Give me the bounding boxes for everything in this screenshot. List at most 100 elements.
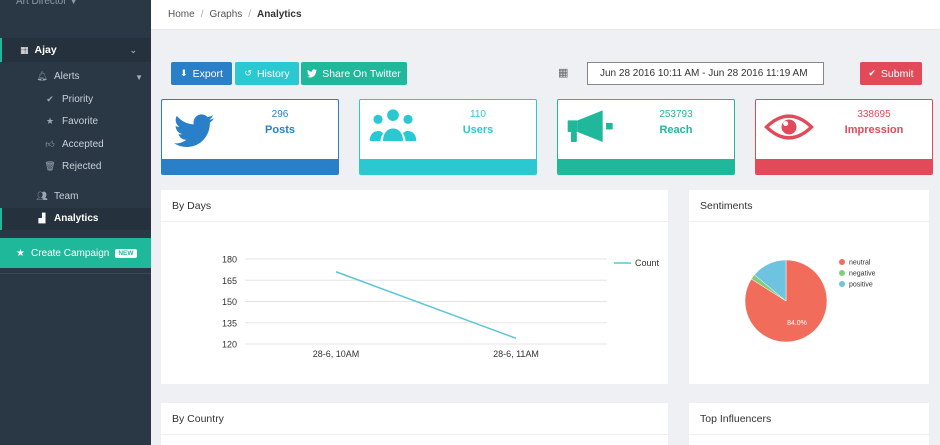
trash-icon: 🗑︎ [44,161,56,171]
stat-card-impression[interactable]: 338695 Impression [755,99,933,175]
stat-label: Users [462,124,494,136]
stat-label: Posts [265,124,295,136]
breadcrumb-home[interactable]: Home [168,9,195,20]
legend-label: negative [849,271,876,278]
sidebar-item-alerts[interactable]: 🔔︎ Alerts [36,71,80,82]
twitter-icon [307,69,318,78]
series-line [335,271,517,340]
export-label: Export [192,67,223,80]
legend-swatch [839,270,845,276]
users-icon: 👥︎ [36,191,48,201]
sidebar-item-team[interactable]: 👥︎ Team [36,191,78,202]
legend-swatch [839,281,845,287]
sidebar-item-analytics[interactable]: ▟ Analytics [36,213,99,224]
stat-value: 296 [271,109,289,120]
stat-value: 253793 [659,109,693,120]
sidebar-item-label: Alerts [54,71,80,82]
sidebar-item-label: Analytics [54,213,99,224]
new-badge: NEW [115,248,137,258]
stat-value: 110 [470,109,486,120]
users-icon [369,109,417,141]
bar-chart-icon: ▟ [38,213,46,223]
history-button[interactable]: ↺ History [235,62,299,85]
grid-icon: ▦ [20,44,29,55]
sidebar: Art Director ▼ ▦ Ajay ⌄ 🔔︎ Alerts ▼ ✔ Pri… [0,0,151,445]
stat-bar [360,159,536,174]
sidebar-item-favorite[interactable]: ★ Favorite [44,116,98,127]
x-tick-label: 28-6, 11AM [493,349,539,359]
stat-card-posts[interactable]: 296 Posts [161,99,339,175]
check-icon: ✔ [46,94,54,104]
create-campaign-label: Create Campaign [30,247,110,259]
stat-card-reach[interactable]: 253793 Reach [557,99,735,175]
x-tick-label: 28-6, 10AM [313,349,360,359]
thumbs-up-icon: 👍︎ [45,139,55,149]
stat-card-users[interactable]: 110 Users [359,99,537,175]
check-icon: ✔ [868,68,876,78]
submit-label: Submit [880,67,914,80]
stat-value: 338695 [857,109,891,120]
caret-down-icon[interactable]: ▼ [135,73,143,82]
panel-title: Top Influencers [700,413,772,425]
sidebar-item-priority[interactable]: ✔ Priority [44,94,93,105]
sidebar-user[interactable]: ▦ Ajay ⌄ [0,38,151,62]
y-tick-label: 165 [222,276,237,286]
calendar-icon: ▦ [558,67,569,79]
date-range-value: Jun 28 2016 10:11 AM - Jun 28 2016 11:19… [600,68,808,79]
main-content: Home / Graphs / Analytics ⬇ Export ↺ History S… [151,0,940,445]
pie-data-label: 84.0% [787,320,807,327]
by-country-panel: By Country [161,403,668,445]
breadcrumb-graphs[interactable]: Graphs [209,9,242,20]
stat-label: Impression [844,124,904,136]
sidebar-item-label: Accepted [62,139,104,150]
pie-chart: 84.0% neutral negative positive [744,259,876,343]
star-icon: ★ [45,116,55,126]
chevron-down-icon: ⌄ [129,44,137,55]
line-chart: 120 135 150 165 180 28-6, 10AM 28-6, 11AM Count [222,255,660,360]
breadcrumb-current: Analytics [257,9,302,20]
bell-icon: 🔔︎ [36,71,48,81]
breadcrumb: Home / Graphs / Analytics [168,9,302,20]
share-label: Share On Twitter [322,67,401,80]
download-icon: ⬇ [180,68,188,78]
sidebar-item-label: Rejected [62,161,102,172]
create-campaign-button[interactable]: ★ Create Campaign NEW [0,238,151,268]
sidebar-item-label: Team [54,191,79,202]
sidebar-item-rejected[interactable]: 🗑︎ Rejected [44,161,101,172]
y-tick-label: 135 [222,318,237,328]
panel-divider [161,434,668,435]
y-tick-label: 150 [222,297,237,307]
megaphone-icon [567,110,613,142]
stat-label: Reach [659,124,693,136]
sidebar-item-accepted[interactable]: 👍︎ Accepted [44,139,104,150]
role-selector[interactable]: Art Director ▼ [16,0,77,7]
caret-down-icon: ▼ [69,0,78,6]
y-tick-label: 120 [222,340,237,350]
export-button[interactable]: ⬇ Export [171,62,232,85]
stat-bar [756,159,932,174]
breadcrumb-separator: / [200,9,204,20]
role-label: Art Director [16,0,67,7]
breadcrumb-separator: / [248,9,252,20]
date-range-input[interactable]: Jun 28 2016 10:11 AM - Jun 28 2016 11:19… [587,62,824,85]
sidebar-divider [0,273,151,274]
topbar: Home / Graphs / Analytics [151,0,940,30]
top-influencers-panel: Top Influencers [689,403,929,445]
by-days-panel: By Days 120 135 150 165 180 28-6, 10AM 28-6, 1… [161,190,668,384]
history-icon: ↺ [244,68,252,78]
submit-button[interactable]: ✔ Submit [860,62,922,85]
legend-label: positive [849,282,873,289]
panel-divider [689,434,929,435]
y-tick-label: 180 [222,255,237,265]
stat-bar [558,159,734,174]
star-icon: ★ [16,247,25,259]
history-label: History [256,67,290,80]
user-name: Ajay [34,44,57,56]
legend-label: neutral [849,260,871,267]
legend-swatch [839,259,845,265]
sidebar-item-label: Priority [62,94,94,105]
sentiments-panel: Sentiments 84.0% neutral negative positive [689,190,929,384]
legend-label: Count [635,258,660,268]
twitter-icon [174,114,214,147]
share-twitter-button[interactable]: Share On Twitter [301,62,407,85]
